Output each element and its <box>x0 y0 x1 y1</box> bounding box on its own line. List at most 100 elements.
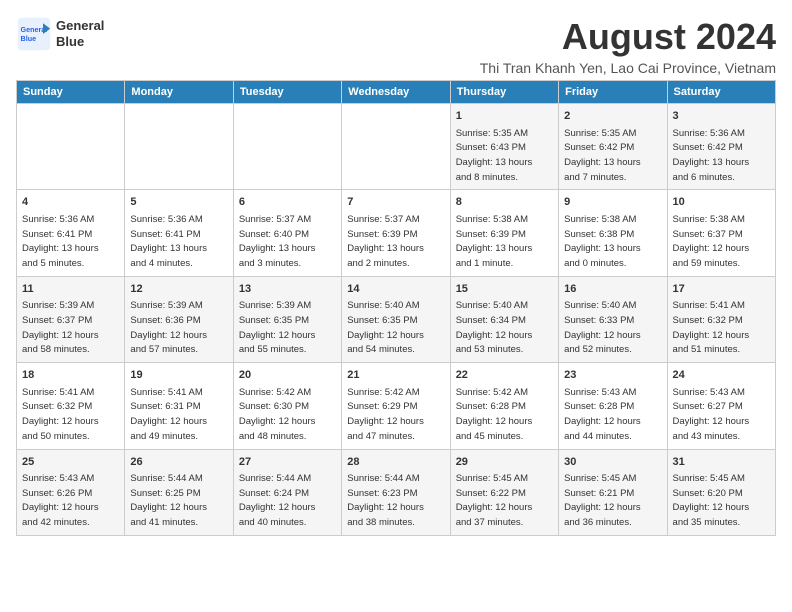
cell-content-line: Sunrise: 5:43 AM <box>564 386 661 401</box>
week-row-3: 11Sunrise: 5:39 AMSunset: 6:37 PMDayligh… <box>17 276 776 362</box>
calendar-cell <box>342 104 450 190</box>
day-number: 22 <box>456 367 553 384</box>
calendar-cell: 20Sunrise: 5:42 AMSunset: 6:30 PMDayligh… <box>233 363 341 449</box>
cell-content-line: Sunrise: 5:40 AM <box>456 299 553 314</box>
week-row-5: 25Sunrise: 5:43 AMSunset: 6:26 PMDayligh… <box>17 449 776 535</box>
cell-content-line: and 42 minutes. <box>22 516 119 531</box>
cell-content-line: Sunset: 6:35 PM <box>239 314 336 329</box>
cell-content-line: Sunrise: 5:38 AM <box>564 213 661 228</box>
day-number: 1 <box>456 108 553 125</box>
day-number: 8 <box>456 194 553 211</box>
calendar-cell: 30Sunrise: 5:45 AMSunset: 6:21 PMDayligh… <box>559 449 667 535</box>
cell-content-line: Daylight: 12 hours <box>22 501 119 516</box>
cell-content-line: Sunset: 6:42 PM <box>564 141 661 156</box>
cell-content-line: and 38 minutes. <box>347 516 444 531</box>
cell-content-line: and 53 minutes. <box>456 343 553 358</box>
day-number: 9 <box>564 194 661 211</box>
cell-content-line: Sunrise: 5:35 AM <box>564 127 661 142</box>
cell-content-line: Sunrise: 5:38 AM <box>456 213 553 228</box>
calendar-cell <box>125 104 233 190</box>
cell-content-line: Sunset: 6:39 PM <box>347 228 444 243</box>
cell-content-line: Sunset: 6:21 PM <box>564 487 661 502</box>
day-header-sunday: Sunday <box>17 81 125 104</box>
calendar-cell: 3Sunrise: 5:36 AMSunset: 6:42 PMDaylight… <box>667 104 775 190</box>
cell-content-line: and 54 minutes. <box>347 343 444 358</box>
cell-content-line: Daylight: 12 hours <box>564 329 661 344</box>
cell-content-line: Sunrise: 5:37 AM <box>347 213 444 228</box>
cell-content-line: Daylight: 13 hours <box>564 156 661 171</box>
cell-content-line: Daylight: 12 hours <box>239 415 336 430</box>
day-number: 11 <box>22 281 119 298</box>
day-number: 16 <box>564 281 661 298</box>
calendar-cell: 12Sunrise: 5:39 AMSunset: 6:36 PMDayligh… <box>125 276 233 362</box>
calendar-cell: 10Sunrise: 5:38 AMSunset: 6:37 PMDayligh… <box>667 190 775 276</box>
cell-content-line: Sunset: 6:32 PM <box>22 400 119 415</box>
cell-content-line: Sunrise: 5:44 AM <box>347 472 444 487</box>
cell-content-line: Sunrise: 5:44 AM <box>239 472 336 487</box>
cell-content-line: and 37 minutes. <box>456 516 553 531</box>
day-number: 18 <box>22 367 119 384</box>
calendar-table: SundayMondayTuesdayWednesdayThursdayFrid… <box>16 80 776 536</box>
calendar-cell: 2Sunrise: 5:35 AMSunset: 6:42 PMDaylight… <box>559 104 667 190</box>
cell-content-line: Sunrise: 5:45 AM <box>564 472 661 487</box>
cell-content-line: and 35 minutes. <box>673 516 770 531</box>
cell-content-line: Sunrise: 5:40 AM <box>564 299 661 314</box>
subtitle: Thi Tran Khanh Yen, Lao Cai Province, Vi… <box>480 60 776 76</box>
calendar-cell: 31Sunrise: 5:45 AMSunset: 6:20 PMDayligh… <box>667 449 775 535</box>
cell-content-line: Sunrise: 5:40 AM <box>347 299 444 314</box>
cell-content-line: Sunrise: 5:43 AM <box>22 472 119 487</box>
cell-content-line: Sunset: 6:39 PM <box>456 228 553 243</box>
cell-content-line: and 5 minutes. <box>22 257 119 272</box>
cell-content-line: and 45 minutes. <box>456 430 553 445</box>
cell-content-line: Sunrise: 5:37 AM <box>239 213 336 228</box>
calendar-cell: 21Sunrise: 5:42 AMSunset: 6:29 PMDayligh… <box>342 363 450 449</box>
cell-content-line: Daylight: 12 hours <box>130 501 227 516</box>
cell-content-line: and 50 minutes. <box>22 430 119 445</box>
cell-content-line: Sunrise: 5:41 AM <box>673 299 770 314</box>
cell-content-line: and 2 minutes. <box>347 257 444 272</box>
cell-content-line: and 51 minutes. <box>673 343 770 358</box>
cell-content-line: Daylight: 13 hours <box>456 156 553 171</box>
cell-content-line: Sunset: 6:20 PM <box>673 487 770 502</box>
cell-content-line: Sunrise: 5:41 AM <box>130 386 227 401</box>
day-number: 29 <box>456 454 553 471</box>
cell-content-line: Sunset: 6:33 PM <box>564 314 661 329</box>
cell-content-line: Daylight: 12 hours <box>347 329 444 344</box>
cell-content-line: Sunset: 6:32 PM <box>673 314 770 329</box>
cell-content-line: Daylight: 13 hours <box>347 242 444 257</box>
day-number: 13 <box>239 281 336 298</box>
day-number: 15 <box>456 281 553 298</box>
day-number: 19 <box>130 367 227 384</box>
calendar-cell: 6Sunrise: 5:37 AMSunset: 6:40 PMDaylight… <box>233 190 341 276</box>
cell-content-line: Sunrise: 5:44 AM <box>130 472 227 487</box>
cell-content-line: Daylight: 12 hours <box>456 329 553 344</box>
calendar-cell: 5Sunrise: 5:36 AMSunset: 6:41 PMDaylight… <box>125 190 233 276</box>
cell-content-line: Sunrise: 5:39 AM <box>22 299 119 314</box>
week-row-4: 18 Sunrise: 5:41 AM Sunset: 6:32 PM Dayligh… <box>17 363 776 449</box>
cell-content-line: Daylight: 12 hours <box>456 501 553 516</box>
calendar-cell: 19 Sunrise: 5:41 AMSunset: 6:31 PMDayligh… <box>125 363 233 449</box>
cell-content-line: Daylight: 12 hours <box>130 415 227 430</box>
day-header-thursday: Thursday <box>450 81 558 104</box>
calendar-cell: 14Sunrise: 5:40 AMSunset: 6:35 PMDayligh… <box>342 276 450 362</box>
cell-content-line: Daylight: 13 hours <box>22 242 119 257</box>
cell-content-line: Sunset: 6:31 PM <box>130 400 227 415</box>
cell-content-line: and 3 minutes. <box>239 257 336 272</box>
cell-content-line: Sunrise: 5:39 AM <box>130 299 227 314</box>
cell-content-line: Daylight: 12 hours <box>673 501 770 516</box>
cell-content-line: Sunrise: 5:45 AM <box>673 472 770 487</box>
day-number: 27 <box>239 454 336 471</box>
cell-content-line: Daylight: 13 hours <box>239 242 336 257</box>
day-number: 10 <box>673 194 770 211</box>
calendar-cell: 11Sunrise: 5:39 AMSunset: 6:37 PMDayligh… <box>17 276 125 362</box>
day-header-friday: Friday <box>559 81 667 104</box>
calendar-cell: 4Sunrise: 5:36 AMSunset: 6:41 PMDaylight… <box>17 190 125 276</box>
cell-content-line: and 6 minutes. <box>673 171 770 186</box>
week-row-2: 4Sunrise: 5:36 AMSunset: 6:41 PMDaylight… <box>17 190 776 276</box>
calendar-cell: 17Sunrise: 5:41 AMSunset: 6:32 PMDayligh… <box>667 276 775 362</box>
day-header-monday: Monday <box>125 81 233 104</box>
day-number: 21 <box>347 367 444 384</box>
cell-content-line: Sunset: 6:25 PM <box>130 487 227 502</box>
calendar-cell: 7Sunrise: 5:37 AMSunset: 6:39 PMDaylight… <box>342 190 450 276</box>
cell-content-line: Sunrise: 5:35 AM <box>456 127 553 142</box>
